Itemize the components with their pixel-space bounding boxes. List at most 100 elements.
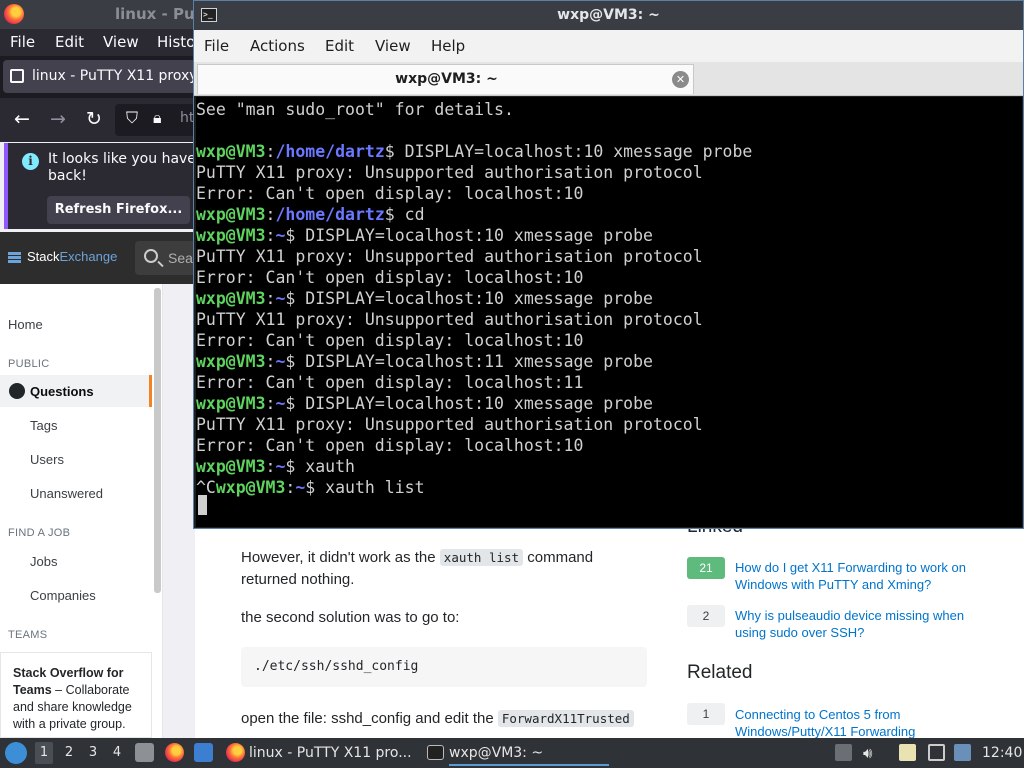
terminal-line: wxp@VM3:~$ DISPLAY=localhost:10 xmessage… <box>196 225 653 246</box>
linked-question-link[interactable]: Why is pulseaudio device missing when us… <box>735 607 995 641</box>
terminal-line: Error: Can't open display: localhost:10 <box>196 184 584 203</box>
nav-jobs[interactable]: Jobs <box>30 554 57 569</box>
stackexchange-logo-icon[interactable] <box>8 252 21 263</box>
prompt-command: $ cd <box>384 205 425 224</box>
ff-menu-history[interactable]: Histo <box>157 33 195 51</box>
prompt-user: wxp@VM3 <box>196 226 266 245</box>
show-desktop-icon[interactable] <box>194 743 213 762</box>
linked-question-link[interactable]: How do I get X11 Forwarding to work on W… <box>735 559 995 593</box>
task-firefox-icon <box>226 743 245 762</box>
prompt-path: ~ <box>295 478 306 497</box>
prompt-user: wxp@VM3 <box>196 352 266 371</box>
prompt-command: $ DISPLAY=localhost:10 xmessage probe <box>384 142 753 161</box>
nav-section-teams: TEAMS <box>8 629 48 641</box>
info-icon: i <box>22 153 39 170</box>
taskbar: 1 2 3 4 linux - PuTTY X11 pro... wxp@VM3… <box>0 738 1024 768</box>
network-icon[interactable] <box>928 744 945 761</box>
terminal-line: wxp@VM3:~$ DISPLAY=localhost:10 xmessage… <box>196 288 653 309</box>
back-icon[interactable]: ← <box>14 108 30 130</box>
taskbar-item-firefox[interactable]: linux - PuTTY X11 pro... <box>249 740 414 766</box>
refresh-firefox-button[interactable]: Refresh Firefox... <box>47 196 190 224</box>
prompt-command: $ xauth list <box>305 478 425 497</box>
file-manager-icon[interactable] <box>135 743 154 762</box>
prompt-separator: : <box>285 478 296 497</box>
globe-icon <box>9 383 25 399</box>
sidebar-scrollbar[interactable] <box>154 288 161 593</box>
workspace-2[interactable]: 2 <box>60 745 78 760</box>
nav-tags[interactable]: Tags <box>30 418 57 433</box>
forward-icon[interactable]: → <box>50 108 66 130</box>
firefox-window-title: linux - Pu <box>115 5 195 23</box>
taskbar-item-terminal[interactable]: wxp@VM3: ~ <box>449 740 609 766</box>
start-menu-icon[interactable] <box>5 742 27 764</box>
prompt-path: /home/dartz <box>275 205 385 224</box>
ff-menu-file[interactable]: File <box>10 33 35 51</box>
stackexchange-logo[interactable]: StackExchange <box>27 249 117 264</box>
volume-icon[interactable]: 🔊︎ <box>863 744 880 762</box>
brand-exchange: Exchange <box>59 249 118 264</box>
terminal-titlebar[interactable]: >_ wxp@VM3: ~ <box>194 1 1023 30</box>
terminal-line: PuTTY X11 proxy: Unsupported authorisati… <box>196 163 703 182</box>
prompt-user: wxp@VM3 <box>196 142 266 161</box>
clipboard-icon[interactable] <box>899 744 916 761</box>
nav-questions[interactable]: Questions <box>30 384 94 399</box>
terminal-line: wxp@VM3:~$ xauth <box>196 456 355 477</box>
related-question-link[interactable]: Connecting to Centos 5 from Windows/Putt… <box>735 706 995 738</box>
left-sidebar: Home PUBLIC Questions Tags Users Unanswe… <box>0 284 163 738</box>
related-heading: Related <box>687 662 753 683</box>
tray-arrow-icon[interactable] <box>835 744 852 761</box>
firefox-launcher-icon[interactable] <box>165 743 184 762</box>
term-menu-help[interactable]: Help <box>431 37 465 55</box>
term-menu-file[interactable]: File <box>204 37 229 55</box>
nav-users[interactable]: Users <box>30 452 64 467</box>
nav-companies[interactable]: Companies <box>30 588 96 603</box>
nav-unanswered[interactable]: Unanswered <box>30 486 103 501</box>
term-menu-actions[interactable]: Actions <box>250 37 305 55</box>
answer-paragraph-2: the second solution was to go to: <box>241 609 460 626</box>
term-menu-view[interactable]: View <box>375 37 411 55</box>
ff-menu-edit[interactable]: Edit <box>55 33 84 51</box>
prompt-separator: : <box>265 457 276 476</box>
nav-home[interactable]: Home <box>8 317 43 332</box>
reload-icon[interactable]: ↻ <box>86 108 102 130</box>
inline-code-xauth-list: xauth list <box>439 549 524 566</box>
terminal-menubar: File Actions Edit View Help <box>194 30 1023 62</box>
terminal-tab[interactable]: wxp@VM3: ~ ✕ <box>197 64 694 94</box>
answer-paragraph-3: open the file: sshd_config and edit the … <box>241 708 661 730</box>
prompt-path: ~ <box>275 352 286 371</box>
notification-icon[interactable] <box>954 744 971 761</box>
linked-score-badge: 2 <box>687 605 725 627</box>
terminal-line: See "man sudo_root" for details. <box>196 100 514 119</box>
tab-favicon-icon <box>10 69 24 83</box>
workspace-3[interactable]: 3 <box>84 745 102 760</box>
answer-paragraph-1: However, it didn't work as the xauth lis… <box>241 547 641 591</box>
close-tab-icon[interactable]: ✕ <box>672 71 689 88</box>
firefox-icon <box>4 4 24 24</box>
prompt-command: $ DISPLAY=localhost:10 xmessage probe <box>285 226 653 245</box>
browser-tab[interactable]: linux - PuTTY X11 proxy: <box>3 60 201 93</box>
lock-icon[interactable]: 🔒︎ <box>153 108 162 128</box>
terminal-output[interactable]: See "man sudo_root" for details. wxp@VM3:… <box>196 97 1022 527</box>
term-menu-edit[interactable]: Edit <box>325 37 354 55</box>
prompt-command: $ DISPLAY=localhost:10 xmessage probe <box>285 394 653 413</box>
code-block: ./etc/ssh/sshd_config <box>241 647 647 687</box>
prompt-path: ~ <box>275 457 286 476</box>
prompt-path: /home/dartz <box>275 142 385 161</box>
teams-promo: Stack Overflow for Teams – Collaborate a… <box>0 652 152 738</box>
nav-section-find-a-job: FIND A JOB <box>8 527 71 539</box>
workspace-1[interactable]: 1 <box>35 742 53 764</box>
terminal-line: ^Cwxp@VM3:~$ xauth list <box>196 477 425 498</box>
terminal-tabbar: wxp@VM3: ~ ✕ <box>194 62 1023 96</box>
terminal-tab-label: wxp@VM3: ~ <box>395 71 498 87</box>
terminal-window-title: wxp@VM3: ~ <box>557 7 660 23</box>
prompt-path: ~ <box>275 394 286 413</box>
terminal-line: PuTTY X11 proxy: Unsupported authorisati… <box>196 415 703 434</box>
search-icon <box>144 249 158 263</box>
terminal-line: Error: Can't open display: localhost:10 <box>196 331 584 350</box>
workspace-4[interactable]: 4 <box>108 745 126 760</box>
terminal-line: Error: Can't open display: localhost:10 <box>196 436 584 455</box>
shield-icon[interactable]: ⛉ <box>126 108 138 128</box>
terminal-line: PuTTY X11 proxy: Unsupported authorisati… <box>196 310 703 329</box>
prompt-separator: : <box>265 142 276 161</box>
ff-menu-view[interactable]: View <box>103 33 139 51</box>
